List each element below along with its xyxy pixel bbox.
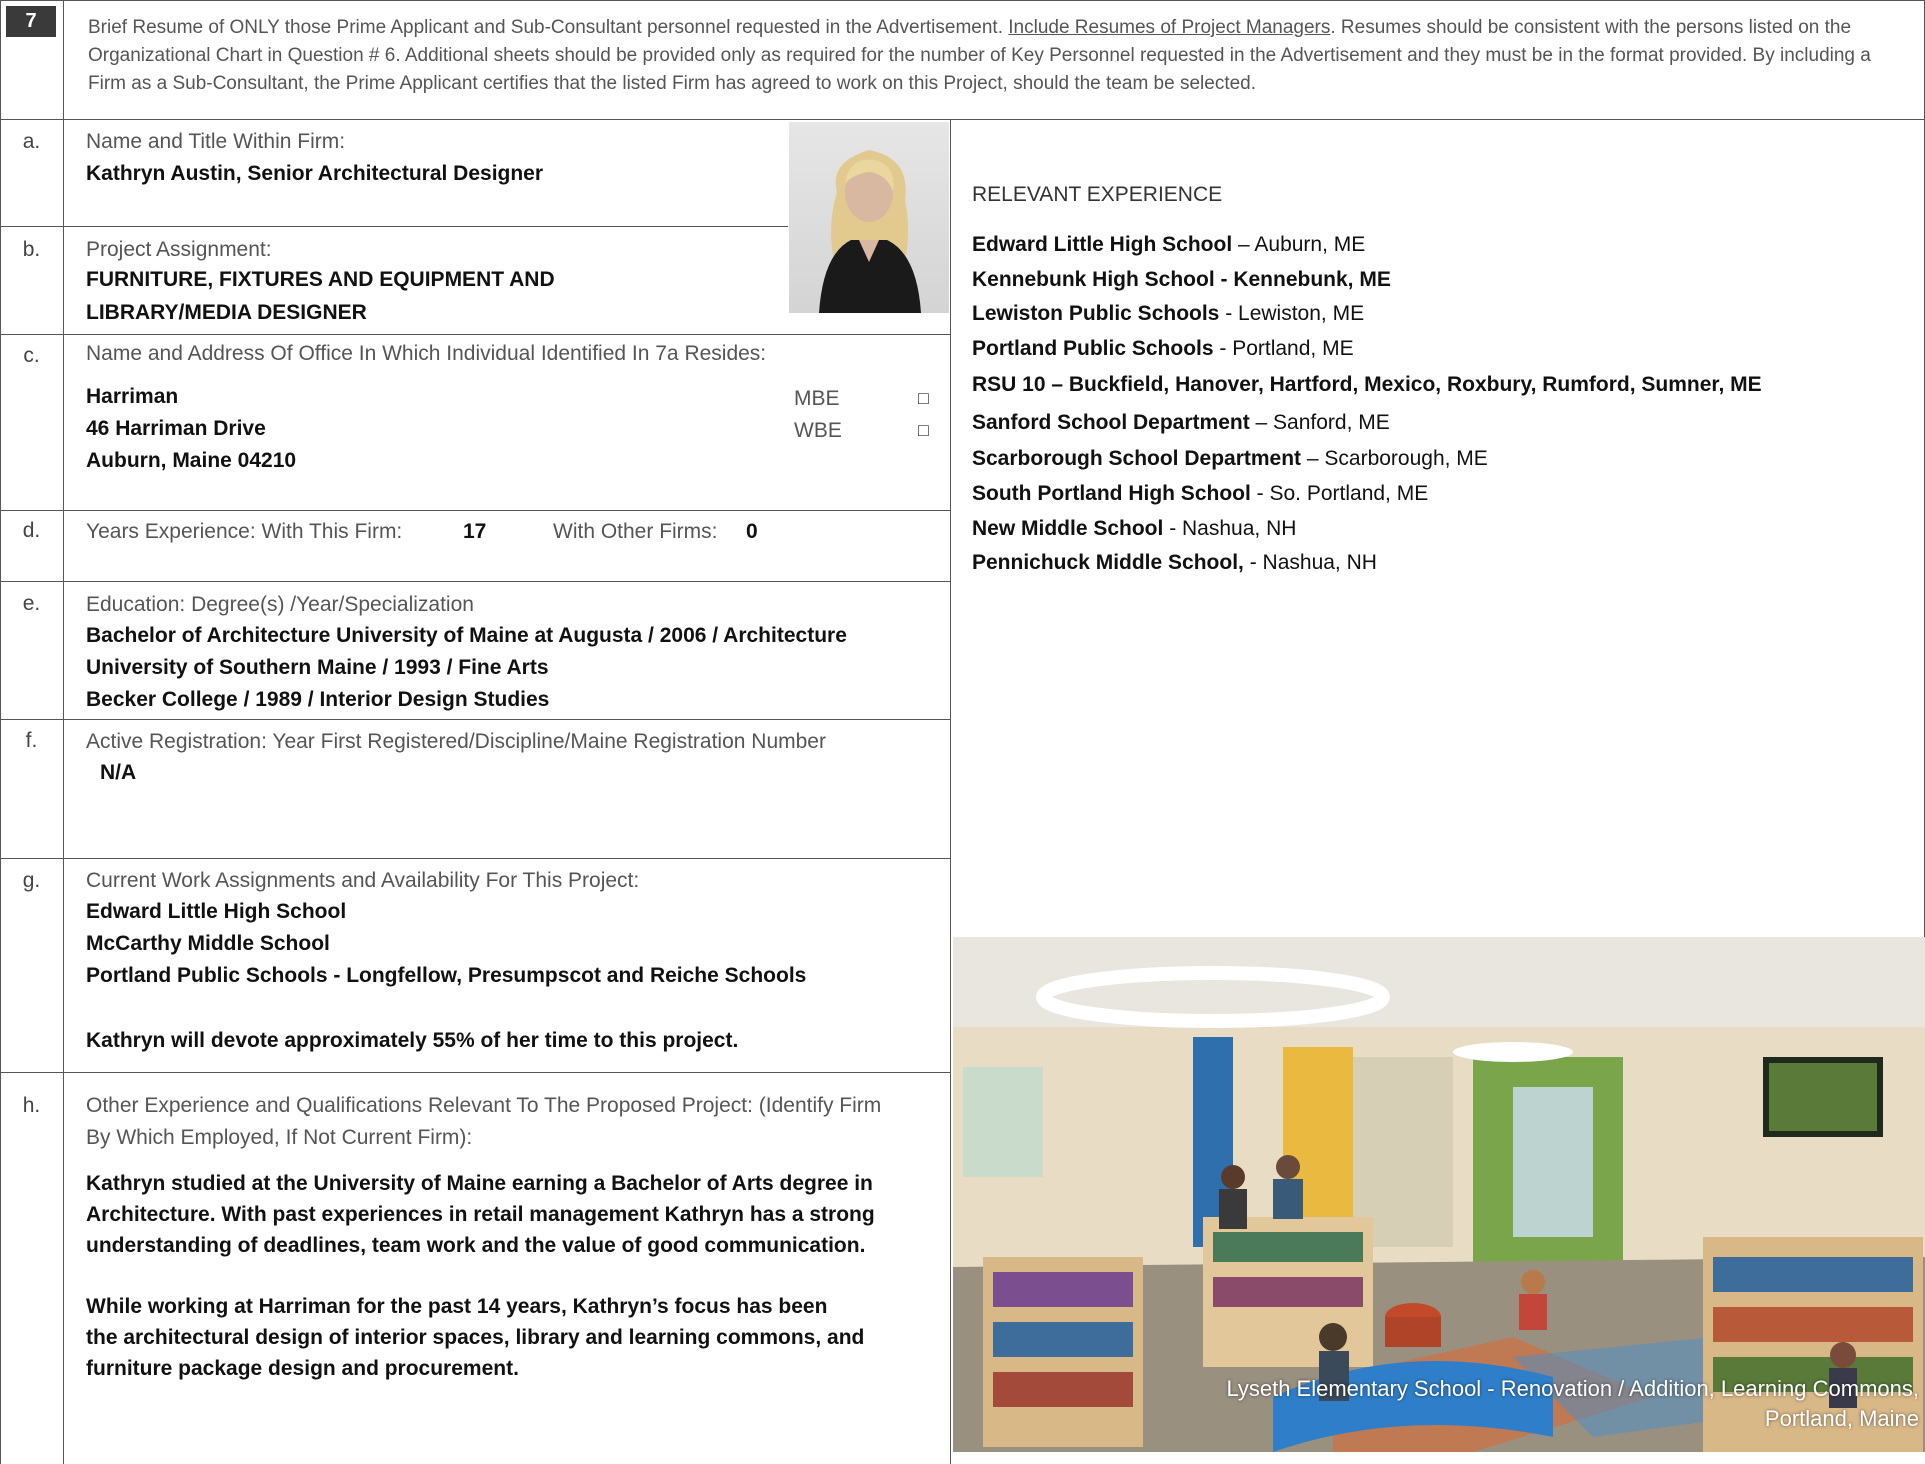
- experience-item: Scarborough School Department – Scarboro…: [972, 442, 1912, 477]
- years-with-other-firms: 0: [746, 520, 758, 543]
- wbe-checkbox[interactable]: □: [918, 420, 929, 441]
- experience-item-name: Scarborough School Department: [972, 447, 1302, 471]
- experience-item: Portland Public Schools - Portland, ME: [972, 332, 1912, 367]
- project-assignment-line-1: FURNITURE, FIXTURES AND EQUIPMENT AND: [86, 268, 555, 291]
- project-assignment-line-2: LIBRARY/MEDIA DESIGNER: [86, 301, 367, 324]
- education-line-2: University of Southern Maine / 1993 / Fi…: [86, 656, 549, 679]
- experience-item: South Portland High School - So. Portlan…: [972, 477, 1912, 512]
- row-divider-a: [0, 226, 788, 227]
- section-letter-d: d.: [22, 519, 41, 542]
- section-letter-a: a.: [22, 130, 41, 153]
- section-letter-g: g.: [22, 869, 41, 892]
- wbe-label: WBE: [794, 419, 842, 442]
- experience-item: New Middle School - Nashua, NH: [972, 512, 1912, 547]
- years-with-firm: 17: [463, 520, 487, 543]
- portrait-figure-icon: [819, 150, 921, 313]
- experience-item: Lewiston Public Schools - Lewiston, ME: [972, 297, 1912, 332]
- center-column-divider: [950, 119, 951, 1464]
- experience-item: RSU 10 – Buckfield, Hanover, Hartford, M…: [972, 366, 1912, 404]
- other-firms-label: With Other Firms:: [553, 520, 718, 543]
- section-letter-b: b.: [22, 238, 41, 261]
- section-b-label: Project Assignment:: [86, 238, 272, 261]
- experience-item-location: - So. Portland, ME: [1250, 481, 1429, 505]
- section-letter-c: c.: [23, 344, 40, 367]
- current-work-label: Current Work Assignments and Availabilit…: [86, 869, 640, 892]
- availability-statement: Kathryn will devote approximately 55% of…: [86, 1029, 739, 1052]
- section-letter-e: e.: [22, 592, 41, 615]
- experience-item-location: - Nashua, NH: [1249, 551, 1377, 575]
- experience-item-name: Pennichuck Middle School,: [972, 551, 1250, 575]
- header-text-underlined: Include Resumes of Project Managers: [1008, 17, 1331, 38]
- experience-item-location: - Portland, ME: [1213, 336, 1354, 360]
- experience-item-location: - Lewiston, ME: [1219, 302, 1365, 326]
- question-number-badge: 7: [6, 6, 56, 37]
- experience-item-name: Sanford School Department: [972, 411, 1250, 435]
- current-work-line-2: McCarthy Middle School: [86, 932, 330, 955]
- experience-item-name: Portland Public Schools: [972, 336, 1214, 360]
- registration-label: Active Registration: Year First Register…: [86, 730, 826, 753]
- row-divider-c: [0, 510, 950, 511]
- office-name: Harriman: [86, 385, 179, 408]
- relevant-experience-title: RELEVANT EXPERIENCE: [972, 183, 1223, 206]
- letter-column-divider: [63, 0, 64, 1464]
- experience-item: Kennebunk High School - Kennebunk, ME: [972, 263, 1912, 298]
- header-text-before: Brief Resume of ONLY those Prime Applica…: [88, 17, 1009, 38]
- mbe-label: MBE: [794, 387, 840, 410]
- section-c-label: Name and Address Of Office In Which Indi…: [86, 342, 767, 365]
- section-a-label: Name and Title Within Firm:: [86, 130, 346, 153]
- experience-item-name: Edward Little High School: [972, 233, 1233, 256]
- row-divider-d: [0, 581, 950, 582]
- experience-item-location: - Nashua, NH: [1163, 516, 1297, 540]
- education-label: Education: Degree(s) /Year/Specializatio…: [86, 593, 474, 616]
- header-divider: [0, 119, 1925, 120]
- years-experience-label: Years Experience: With This Firm:: [86, 520, 403, 543]
- name-and-title: Kathryn Austin, Senior Architectural Des…: [86, 162, 544, 185]
- current-work-line-3: Portland Public Schools - Longfellow, Pr…: [86, 964, 807, 987]
- experience-item-location: – Sanford, ME: [1249, 411, 1390, 435]
- experience-item-name: RSU 10 – Buckfield, Hanover, Hartford, M…: [972, 373, 1762, 397]
- border-top: [0, 0, 1925, 1]
- section-letter-h: h.: [22, 1094, 41, 1117]
- section-letter-f: f.: [25, 729, 38, 752]
- qualifications-para1-line-2: Architecture. With past experiences in r…: [86, 1203, 875, 1226]
- row-divider-f: [0, 858, 950, 859]
- experience-item-location: – Scarborough, ME: [1301, 447, 1488, 471]
- qualifications-para2-line-1: While working at Harriman for the past 1…: [86, 1295, 828, 1318]
- current-work-line-1: Edward Little High School: [86, 900, 347, 923]
- library-photo: Lyseth Elementary School - Renovation / …: [953, 937, 1925, 1452]
- relevant-experience-list: Edward Little High School – Auburn, ME K…: [972, 228, 1912, 581]
- experience-item: Edward Little High School – Auburn, ME: [972, 228, 1912, 263]
- qualifications-para2-line-3: furniture package design and procurement…: [86, 1357, 519, 1380]
- other-experience-label-1: Other Experience and Qualifications Rele…: [86, 1094, 882, 1117]
- photo-caption-line-1: Lyseth Elementary School - Renovation / …: [1226, 1376, 1919, 1401]
- experience-item: Sanford School Department – Sanford, ME: [972, 404, 1912, 442]
- photo-caption: Lyseth Elementary School - Renovation / …: [1226, 1374, 1919, 1434]
- portrait-photo: [789, 122, 949, 313]
- row-divider-b: [0, 334, 950, 335]
- education-line-1: Bachelor of Architecture University of M…: [86, 624, 847, 647]
- experience-item-name: South Portland High School: [972, 481, 1251, 505]
- mbe-checkbox[interactable]: □: [918, 388, 929, 409]
- office-city: Auburn, Maine 04210: [86, 449, 297, 472]
- header-instructions: Brief Resume of ONLY those Prime Applica…: [88, 14, 1908, 98]
- other-experience-label-2: By Which Employed, If Not Current Firm):: [86, 1126, 473, 1149]
- photo-caption-line-2: Portland, Maine: [1764, 1406, 1919, 1431]
- experience-item-name: New Middle School: [972, 516, 1164, 540]
- row-divider-g: [0, 1072, 950, 1073]
- education-line-3: Becker College / 1989 / Interior Design …: [86, 688, 550, 711]
- office-street: 46 Harriman Drive: [86, 417, 266, 440]
- experience-item-name: Lewiston Public Schools: [972, 302, 1220, 326]
- registration-value: N/A: [100, 761, 137, 784]
- row-divider-e: [0, 719, 950, 720]
- experience-item-location: – Auburn, ME: [1232, 233, 1366, 256]
- qualifications-para1-line-3: understanding of deadlines, team work an…: [86, 1234, 866, 1257]
- experience-item-name: Kennebunk High School - Kennebunk, ME: [972, 267, 1391, 291]
- qualifications-para2-line-2: the architectural design of interior spa…: [86, 1326, 865, 1349]
- qualifications-para1-line-1: Kathryn studied at the University of Mai…: [86, 1172, 873, 1195]
- experience-item: Pennichuck Middle School, - Nashua, NH: [972, 546, 1912, 581]
